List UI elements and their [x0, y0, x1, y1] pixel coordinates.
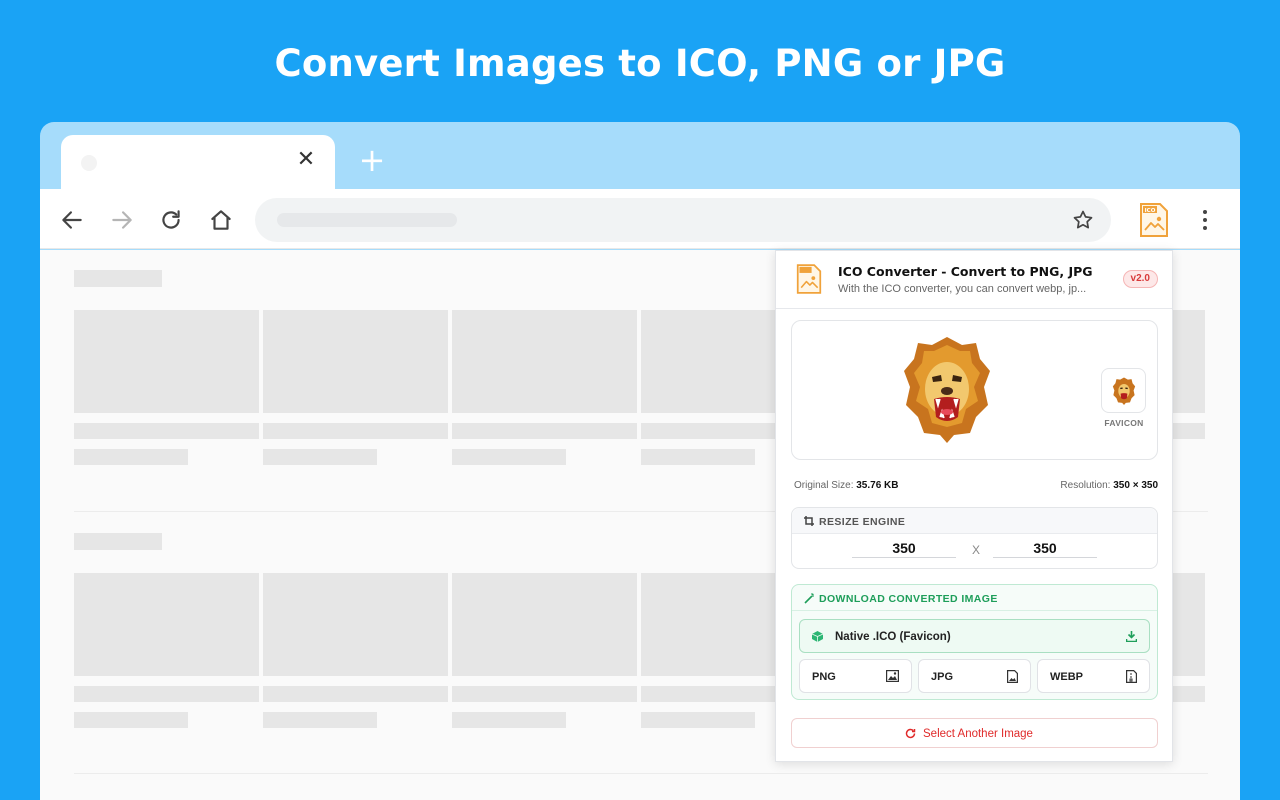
popup-subtitle: With the ICO converter, you can convert … [838, 283, 1087, 295]
crop-icon [804, 516, 814, 526]
new-tab-icon[interactable]: + [358, 144, 386, 176]
extension-popup: ICO Converter - Convert to PNG, JPG With… [775, 250, 1173, 762]
image-icon [886, 670, 899, 682]
png-button[interactable]: PNG [799, 659, 912, 693]
file-image-icon [1007, 670, 1018, 683]
webp-button[interactable]: WEBP [1037, 659, 1150, 693]
resize-engine-header: RESIZE ENGINE [792, 508, 1157, 534]
favicon-preview [1101, 368, 1146, 413]
headline: Convert Images to ICO, PNG or JPG [274, 42, 1006, 85]
native-ico-button[interactable]: Native .ICO (Favicon) [799, 619, 1150, 653]
download-panel: DOWNLOAD CONVERTED IMAGE Native .ICO (Fa… [791, 584, 1158, 700]
height-input[interactable] [993, 538, 1097, 558]
browser-toolbar: ICO [40, 189, 1240, 249]
resolution: Resolution: 350 × 350 [1060, 480, 1158, 491]
jpg-label: JPG [931, 671, 954, 683]
dimension-separator: X [972, 543, 981, 557]
cube-icon [812, 631, 823, 642]
jpg-button[interactable]: JPG [918, 659, 1031, 693]
more-vert-icon[interactable] [1195, 209, 1215, 231]
original-size-value: 35.76 KB [856, 480, 899, 491]
ico-converter-icon[interactable]: ICO [1139, 203, 1169, 237]
lion-image [904, 337, 990, 443]
resize-engine-title: RESIZE ENGINE [819, 516, 906, 528]
svg-text:ICO: ICO [1145, 208, 1156, 214]
favicon-label: FAVICON [1104, 418, 1144, 428]
url-placeholder [277, 213, 457, 227]
png-label: PNG [812, 671, 836, 683]
refresh-icon [905, 728, 916, 739]
resize-engine-panel: RESIZE ENGINE X [791, 507, 1158, 569]
download-title: DOWNLOAD CONVERTED IMAGE [819, 593, 998, 605]
version-badge: v2.0 [1122, 270, 1158, 288]
file-zip-icon [1126, 670, 1137, 683]
download-icon [1126, 631, 1137, 642]
original-size-label: Original Size: [794, 480, 854, 491]
tab-close-icon[interactable]: ✕ [295, 149, 317, 171]
favicon-lion-icon [1112, 377, 1136, 405]
native-ico-label: Native .ICO (Favicon) [835, 631, 951, 643]
popup-title: ICO Converter - Convert to PNG, JPG [838, 264, 1093, 279]
image-preview: FAVICON [791, 320, 1158, 460]
ico-converter-logo-icon [796, 264, 822, 294]
tab-favicon [81, 155, 97, 171]
browser-tab[interactable]: ✕ [61, 135, 335, 191]
download-header: DOWNLOAD CONVERTED IMAGE [792, 585, 1157, 611]
webp-label: WEBP [1050, 671, 1083, 683]
select-another-label: Select Another Image [923, 728, 1033, 740]
reload-icon[interactable] [158, 207, 184, 233]
home-icon[interactable] [208, 207, 234, 233]
select-another-button[interactable]: Select Another Image [791, 718, 1158, 748]
resolution-value: 350 × 350 [1113, 480, 1158, 491]
star-icon[interactable] [1071, 208, 1095, 232]
resolution-label: Resolution: [1060, 480, 1111, 491]
forward-icon[interactable] [109, 207, 135, 233]
magic-wand-icon [804, 593, 814, 604]
popup-header: ICO Converter - Convert to PNG, JPG With… [776, 251, 1172, 309]
width-input[interactable] [852, 538, 956, 558]
original-size: Original Size: 35.76 KB [794, 480, 899, 491]
address-bar[interactable] [255, 198, 1111, 242]
back-icon[interactable] [59, 207, 85, 233]
